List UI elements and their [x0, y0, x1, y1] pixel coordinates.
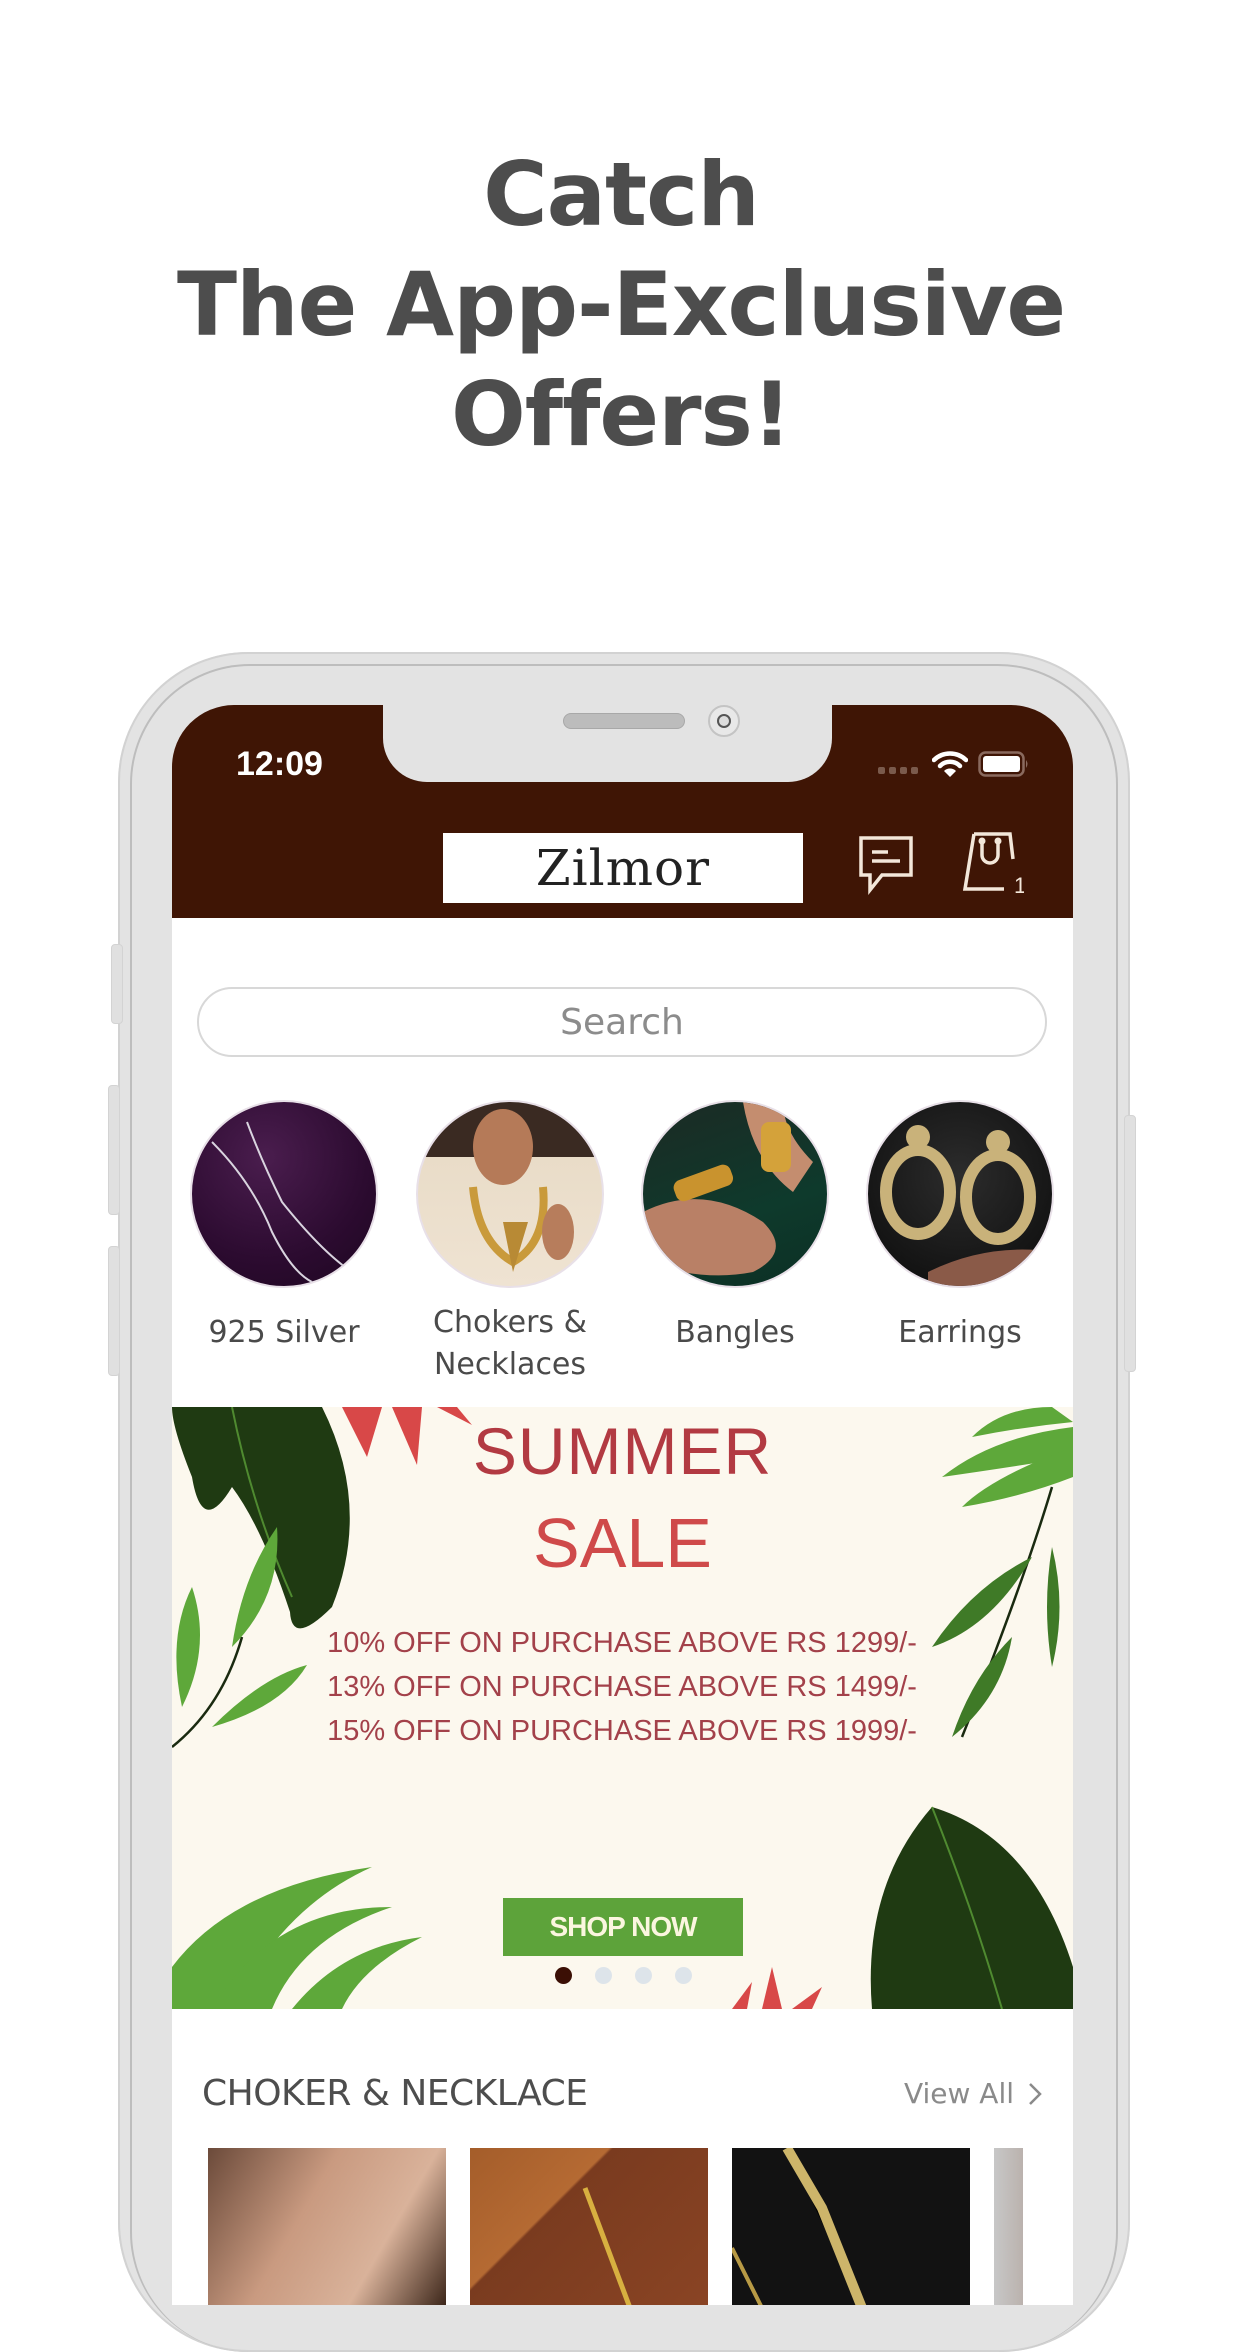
carousel-dot-4[interactable] — [675, 1967, 692, 1984]
section-title: CHOKER & NECKLACE — [202, 2073, 588, 2114]
signal-dots-icon — [878, 767, 918, 774]
category-image-bangles — [641, 1100, 829, 1288]
phone-volume-up-button — [108, 1085, 120, 1215]
category-label: Bangles — [675, 1315, 795, 1350]
app-header: 12:09 Zilmor 1 — [172, 705, 1073, 918]
category-label: 925 Silver — [208, 1315, 360, 1350]
product-card-2[interactable] — [470, 2148, 708, 2305]
search-placeholder: Search — [560, 1001, 684, 1043]
offer-line: 13% OFF ON PURCHASE ABOVE RS 1499/- — [327, 1671, 917, 1703]
banner-offers: 10% OFF ON PURCHASE ABOVE RS 1299/- 13% … — [302, 1621, 942, 1753]
battery-icon — [978, 751, 1028, 777]
carousel-dot-1[interactable] — [555, 1967, 572, 1984]
category-label: Chokers & Necklaces — [433, 1305, 587, 1382]
chevron-right-icon — [1029, 2082, 1042, 2105]
banner-title-line-1: SUMMER — [472, 1414, 773, 1488]
shop-now-button[interactable]: SHOP NOW — [503, 1898, 743, 1956]
headline-line-1: Catch — [483, 143, 760, 246]
chat-bubble-icon[interactable] — [858, 835, 914, 895]
carousel-dot-2[interactable] — [595, 1967, 612, 1984]
phone-power-button — [1124, 1115, 1136, 1372]
wifi-icon — [932, 751, 968, 777]
speaker-grille — [563, 713, 685, 729]
logo-text: Zilmor — [535, 839, 711, 897]
promo-banner[interactable]: SUMMER SALE 10% OFF ON PURCHASE ABOVE RS… — [172, 1407, 1073, 2009]
view-all-link[interactable]: View All — [904, 2077, 1042, 2110]
shopping-bag-icon[interactable]: 1 — [962, 831, 1024, 895]
category-image-925-silver — [190, 1100, 378, 1288]
product-card-3[interactable] — [732, 2148, 970, 2305]
search-input[interactable]: Search — [197, 987, 1047, 1057]
product-card-4[interactable] — [994, 2148, 1023, 2305]
category-image-chokers-necklaces — [416, 1100, 604, 1288]
phone-mute-switch — [111, 944, 123, 1024]
view-all-label: View All — [903, 2077, 1014, 2110]
headline-line-3: Offers! — [451, 363, 792, 466]
phone-volume-down-button — [108, 1246, 120, 1376]
category-item-chokers-necklaces[interactable]: Chokers & Necklaces — [410, 1100, 610, 1386]
category-label: Earrings — [898, 1315, 1022, 1350]
offer-line: 15% OFF ON PURCHASE ABOVE RS 1999/- — [327, 1715, 917, 1747]
banner-title-line-2: SALE — [533, 1504, 712, 1582]
phone-notch — [383, 705, 832, 782]
offer-line: 10% OFF ON PURCHASE ABOVE RS 1299/- — [327, 1627, 917, 1659]
category-image-earrings — [866, 1100, 1054, 1288]
brand-logo[interactable]: Zilmor — [443, 833, 803, 903]
cart-count-badge: 1 — [1014, 873, 1024, 895]
promo-headline: Catch The App-Exclusive Offers! — [0, 140, 1242, 470]
status-time: 12:09 — [236, 745, 323, 783]
carousel-dot-3[interactable] — [635, 1967, 652, 1984]
headline-line-2: The App-Exclusive — [176, 253, 1066, 356]
product-carousel — [208, 2148, 1023, 2305]
front-camera — [708, 705, 740, 737]
category-item-925-silver[interactable]: 925 Silver — [184, 1100, 384, 1354]
category-item-earrings[interactable]: Earrings — [860, 1100, 1060, 1354]
app-screen: 12:09 Zilmor 1 Search 925 Silver Chokers… — [172, 705, 1073, 2305]
category-list: 925 Silver Chokers & Necklaces Bangles E… — [172, 1100, 1073, 1390]
carousel-indicator — [555, 1967, 692, 1984]
product-card-1[interactable] — [208, 2148, 446, 2305]
category-item-bangles[interactable]: Bangles — [635, 1100, 835, 1354]
section-header: CHOKER & NECKLACE View All — [202, 2073, 1042, 2114]
